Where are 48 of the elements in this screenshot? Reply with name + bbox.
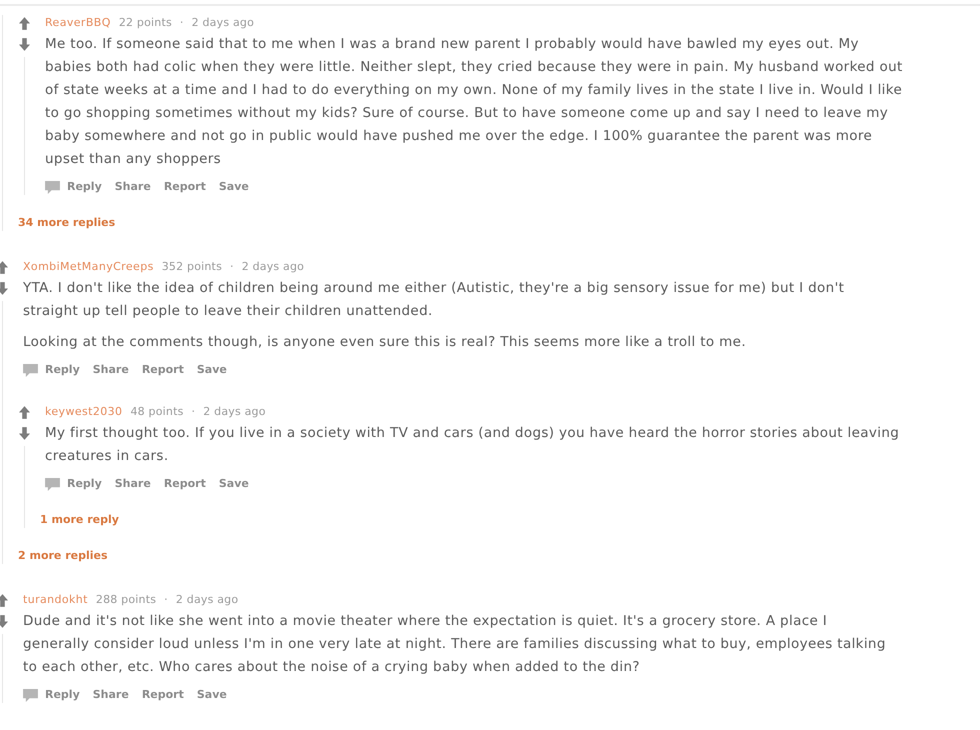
upvote-arrow-icon[interactable]	[18, 406, 30, 419]
action-link[interactable]: Report	[142, 362, 184, 378]
timestamp: 2 days ago	[176, 592, 238, 608]
action-link[interactable]: Share	[92, 687, 129, 703]
action-link[interactable]: Share	[92, 362, 129, 378]
action-link[interactable]: Save	[196, 687, 227, 703]
action-link[interactable]: Save	[218, 179, 249, 195]
comment-text: YTA. I don't like the idea of children being around me either (Autistic, they're a big sensory issue for me) but I don't straight up tell people to leave their children unattended.	[23, 279, 846, 321]
action-link[interactable]: Save	[218, 476, 249, 492]
action-link[interactable]: Save	[196, 362, 227, 378]
comment-text: Me too. If someone said that to me when I was a brand new parent I probably would have bawled my eyes out. My babies both had colic when they were little. Neither slept, they cried because they were in pain. My husband worked out of state weeks at a time and I had to do everything on my own. None of my family lives in the state I live in. Would I like to go shopping sometimes without my kids? Sure of course. But to have someone come up and say I need to leave my baby somewhere and not go in public would have pushed me over the edge. I 100% guarantee the parent was more upset than any shoppers	[45, 35, 904, 169]
action-link[interactable]: Share	[114, 476, 151, 492]
speech-bubble-icon	[45, 478, 60, 490]
username-link[interactable]: XombiMetManyCreeps	[23, 259, 154, 275]
points-count: 352 points	[162, 259, 222, 275]
comment-text: Looking at the comments though, is anyone even sure this is real? This seems more like a troll to me.	[23, 333, 747, 352]
action-link[interactable]: Reply	[67, 476, 102, 492]
separator-dot: ·	[180, 15, 184, 31]
separator-dot: ·	[230, 259, 234, 275]
timestamp: 2 days ago	[203, 404, 266, 420]
speech-bubble-icon	[23, 364, 38, 376]
timestamp: 2 days ago	[192, 15, 254, 31]
speech-bubble-icon	[45, 180, 60, 194]
speech-bubble-icon	[23, 688, 38, 702]
action-link[interactable]: Reply	[67, 179, 102, 195]
points-count: 288 points	[96, 592, 156, 608]
more-replies-link[interactable]: 34 more replies	[18, 215, 116, 231]
more-replies-link[interactable]: 2 more replies	[18, 548, 108, 564]
timestamp: 2 days ago	[242, 259, 304, 275]
upvote-arrow-icon[interactable]	[18, 17, 30, 30]
separator-dot: ·	[164, 592, 168, 608]
username-link[interactable]: turandokht	[23, 592, 88, 608]
action-link[interactable]: Share	[114, 179, 151, 195]
action-link[interactable]: Report	[142, 687, 184, 703]
more-replies-link[interactable]: 1 more reply	[40, 512, 119, 528]
username-link[interactable]: keywest2030	[45, 404, 122, 420]
downvote-arrow-icon[interactable]	[18, 38, 30, 51]
action-link[interactable]: Report	[164, 179, 206, 195]
action-link[interactable]: Reply	[45, 687, 80, 703]
downvote-arrow-icon[interactable]	[18, 427, 30, 440]
action-link[interactable]: Report	[164, 476, 206, 492]
comment-text: Dude and it's not like she went into a movie theater where the expectation is quiet. It's a grocery store. A place I generally consider loud unless I'm in one very late at night. There are families discussing what to buy, employees talking to each other, etc. Who cares about the noise of a crying baby when added to the din?	[23, 612, 887, 677]
points-count: 22 points	[118, 15, 172, 31]
action-link[interactable]: Reply	[45, 362, 80, 378]
points-count: 48 points	[130, 404, 184, 420]
separator-dot: ·	[192, 404, 196, 420]
username-link[interactable]: ReaverBBQ	[45, 15, 111, 31]
comment-text: My first thought too. If you live in a society with TV and cars (and dogs) you have heard the horror stories about leaving creatures in cars.	[45, 424, 900, 466]
